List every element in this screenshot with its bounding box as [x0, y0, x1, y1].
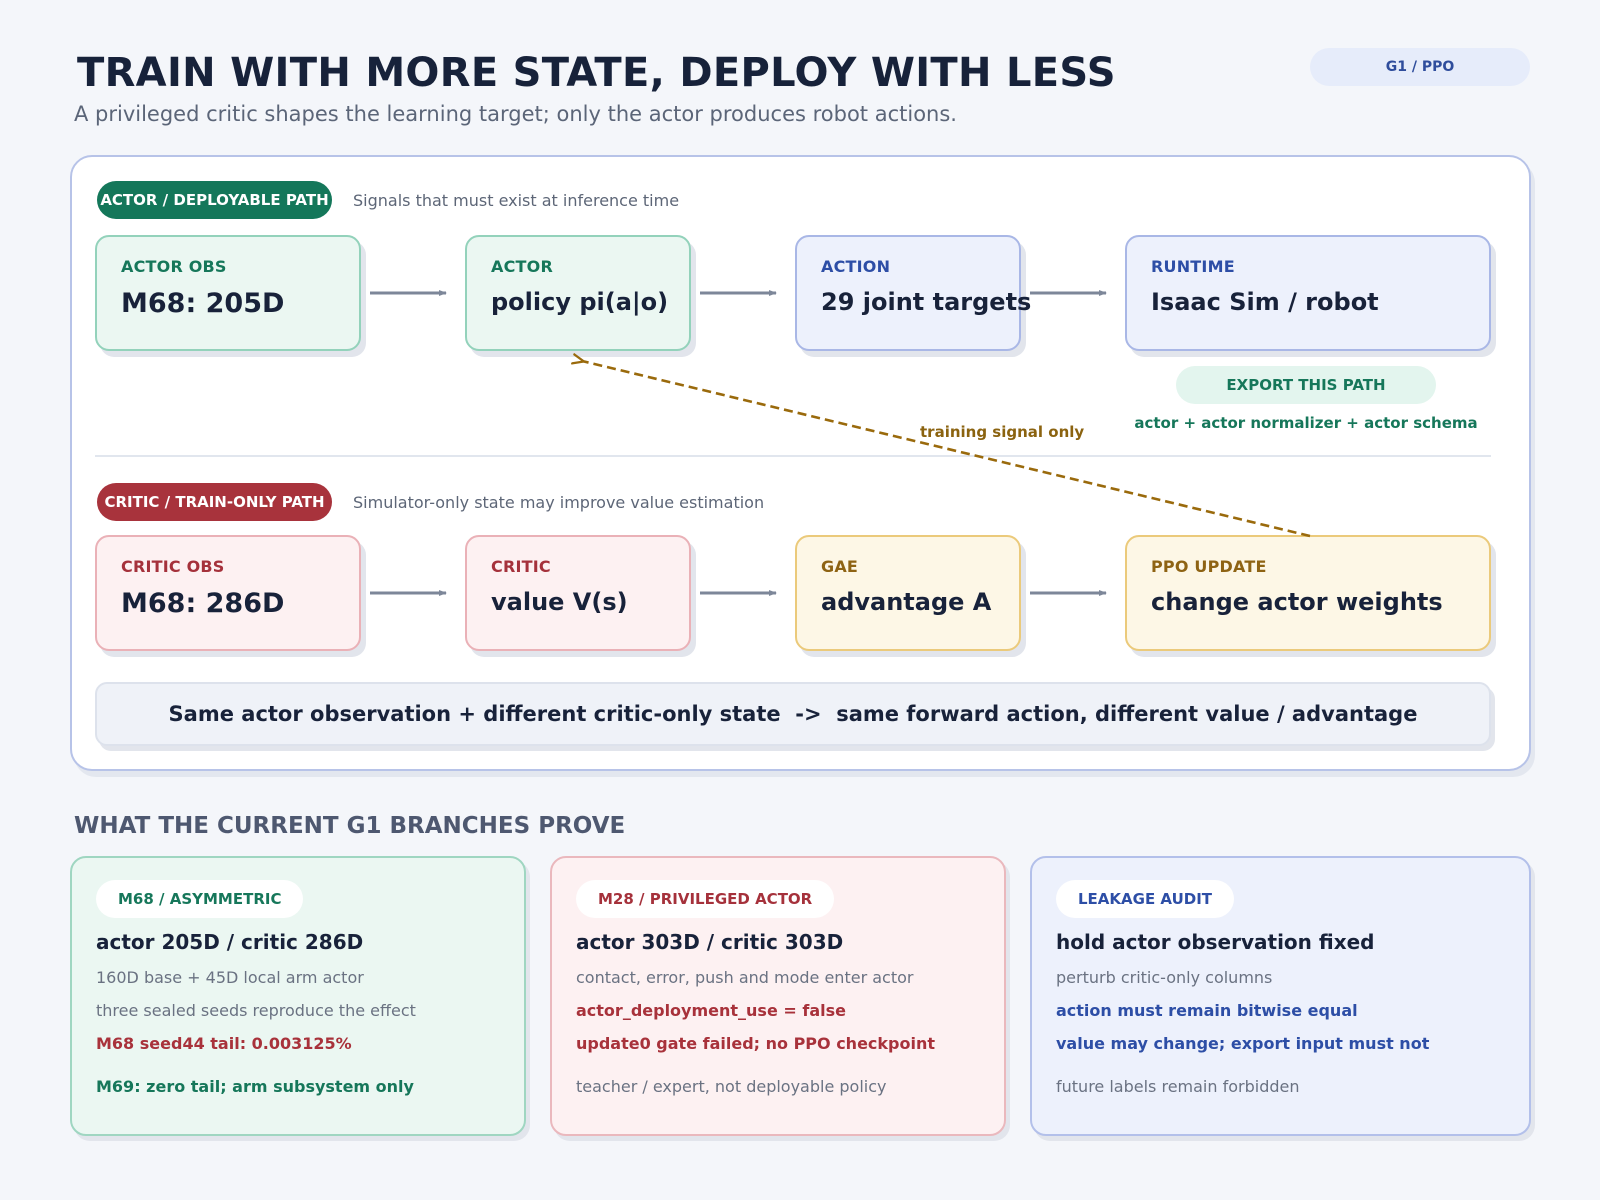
- card-tag: M28 / PRIVILEGED ACTOR: [576, 880, 835, 918]
- card-line: action must remain bitwise equal: [1056, 1001, 1358, 1020]
- card-line: contact, error, push and mode enter acto…: [576, 968, 914, 987]
- card-tag: M68 / ASYMMETRIC: [96, 880, 304, 918]
- card-line: teacher / expert, not deployable policy: [576, 1077, 887, 1096]
- card-line: M69: zero tail; arm subsystem only: [96, 1077, 414, 1096]
- card-heading: actor 303D / critic 303D: [576, 930, 844, 954]
- summary-bar: Same actor observation + different criti…: [95, 682, 1491, 746]
- training-signal-arrow: [582, 361, 1311, 538]
- card-line: M68 seed44 tail: 0.003125%: [96, 1034, 352, 1053]
- card-m68-asymmetric: M68 / ASYMMETRIC actor 205D / critic 286…: [70, 856, 526, 1136]
- training-signal-label: training signal only: [920, 423, 1085, 441]
- card-line: perturb critic-only columns: [1056, 968, 1273, 987]
- card-heading: hold actor observation fixed: [1056, 930, 1375, 954]
- card-line: three sealed seeds reproduce the effect: [96, 1001, 416, 1020]
- card-tag: LEAKAGE AUDIT: [1056, 880, 1235, 918]
- card-line: 160D base + 45D local arm actor: [96, 968, 364, 987]
- card-leakage-audit: LEAKAGE AUDIT hold actor observation fix…: [1030, 856, 1531, 1136]
- card-line: actor_deployment_use = false: [576, 1001, 846, 1020]
- card-line: update0 gate failed; no PPO checkpoint: [576, 1034, 936, 1053]
- card-heading: actor 205D / critic 286D: [96, 930, 364, 954]
- card-line: value may change; export input must not: [1056, 1034, 1430, 1053]
- card-m28-privileged-actor: M28 / PRIVILEGED ACTOR actor 303D / crit…: [550, 856, 1006, 1136]
- card-line: future labels remain forbidden: [1056, 1077, 1300, 1096]
- section-title: WHAT THE CURRENT G1 BRANCHES PROVE: [74, 813, 626, 839]
